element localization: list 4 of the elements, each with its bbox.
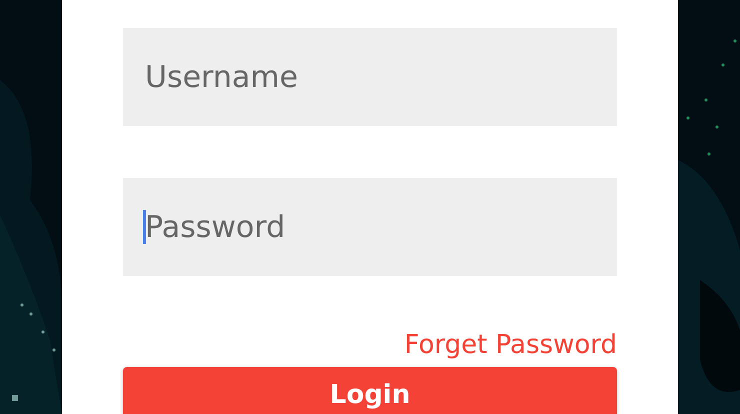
forgot-password-link[interactable]: Forget Password bbox=[404, 330, 617, 360]
login-button[interactable]: Login bbox=[123, 367, 617, 414]
input-field[interactable]: Password bbox=[123, 178, 617, 276]
input-field[interactable]: Username bbox=[123, 28, 617, 126]
